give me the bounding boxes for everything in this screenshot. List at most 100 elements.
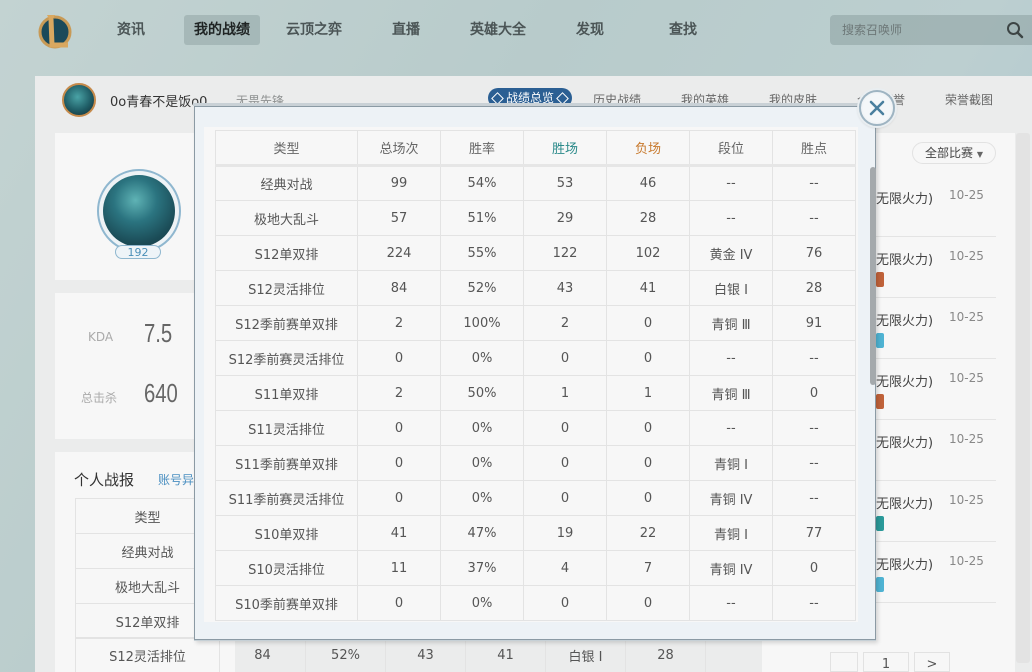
table-cell: 4 [523, 550, 607, 586]
table-cell: 37% [440, 550, 524, 586]
table-cell: 青铜 Ⅲ [689, 305, 773, 341]
table-row: S10灵活排位 11 37% 4 7 青铜 IV 0 [215, 550, 856, 586]
match-item[interactable]: 无限火力) 10-25 [876, 298, 996, 359]
table-cell: 经典对战 [215, 165, 358, 201]
table-cell: 52% [305, 637, 386, 672]
table-cell: S10单双排 [215, 515, 358, 551]
table-cell: 2 [357, 375, 441, 411]
table-cell: 0 [772, 550, 856, 586]
next-page-button[interactable]: > [914, 652, 950, 672]
search-icon[interactable] [1006, 21, 1024, 39]
match-item[interactable]: 无限火力) 10-25 [876, 420, 996, 481]
table-cell: 黄金 IV [689, 235, 773, 271]
table-cell: -- [772, 445, 856, 481]
table-cell: 46 [606, 165, 690, 201]
stats-modal: 类型 总场次 胜率 胜场 负场 段位 胜点 经典对战 99 54% 53 46 -- -- 极… [193, 103, 877, 640]
table-cell: 青铜 IV [689, 550, 773, 586]
table-cell: 青铜 Ⅰ [689, 445, 773, 481]
table-row: 经典对战 99 54% 53 46 -- -- [215, 165, 856, 201]
summoner-search-input[interactable] [830, 15, 990, 45]
table-cell: 0 [772, 375, 856, 411]
table-cell: 100% [440, 305, 524, 341]
table-cell: -- [689, 585, 773, 621]
prev-page-button[interactable] [830, 652, 858, 672]
table-cell: 43 [385, 637, 466, 672]
table-cell: 青铜 Ⅲ [689, 375, 773, 411]
table-cell: 41 [606, 270, 690, 306]
table-cell: -- [772, 200, 856, 236]
personal-report-title: 个人战报 [74, 471, 135, 489]
table-cell: 51% [440, 200, 524, 236]
match-mode: 无限火力) [876, 436, 934, 451]
table-cell: -- [689, 410, 773, 446]
table-row: S12单双排 224 55% 122 102 黄金 IV 76 [215, 235, 856, 271]
table-cell: 102 [606, 235, 690, 271]
nav-item-champions[interactable]: 英雄大全 [460, 15, 536, 45]
table-cell: 0% [440, 585, 524, 621]
match-tag-badge [876, 394, 884, 409]
match-list-scrollbar[interactable] [1016, 133, 1030, 663]
match-item[interactable]: 无限火力) 10-25 [876, 481, 996, 542]
table-cell: S11季前赛单双排 [215, 445, 358, 481]
table-cell: 0 [606, 445, 690, 481]
match-tag-badge [876, 333, 884, 348]
table-cell: 白银 Ⅰ [545, 637, 626, 672]
table-cell: 76 [772, 235, 856, 271]
table-cell: 28 [625, 637, 706, 672]
match-item[interactable]: 无限火力) 10-25 [876, 237, 996, 298]
match-item[interactable]: 无限火力) 10-25 [876, 176, 996, 237]
table-cell: 41 [357, 515, 441, 551]
match-date: 10-25 [949, 249, 984, 263]
close-button[interactable] [859, 90, 895, 126]
table-cell: 0% [440, 340, 524, 376]
table-row: S11季前赛灵活排位 0 0% 0 0 青铜 IV -- [215, 480, 856, 516]
table-cell: -- [689, 340, 773, 376]
match-item[interactable]: 无限火力) 10-25 [876, 359, 996, 420]
table-cell: 28 [772, 270, 856, 306]
table-cell: 0% [440, 480, 524, 516]
nav-item-tft[interactable]: 云顶之弈 [276, 15, 352, 45]
tab-honor-screenshots[interactable]: 荣誉截图 [945, 91, 993, 108]
nav-item-discover[interactable]: 发现 [566, 15, 614, 45]
table-cell: S11单双排 [215, 375, 358, 411]
page-number[interactable]: 1 [863, 652, 909, 672]
table-cell: 0 [357, 585, 441, 621]
nav-item-my-record[interactable]: 我的战绩 [184, 15, 260, 45]
table-row: S12季前赛单双排 2 100% 2 0 青铜 Ⅲ 91 [215, 305, 856, 341]
avatar[interactable] [62, 83, 96, 117]
modal-scrollbar[interactable] [870, 167, 876, 385]
match-mode: 无限火力) [876, 558, 934, 573]
account-link[interactable]: 账号异 [158, 471, 194, 488]
col-total: 总场次 [357, 130, 441, 167]
match-item[interactable]: 无限火力) 10-25 [876, 542, 996, 603]
table-cell: 0 [606, 340, 690, 376]
nav-item-news[interactable]: 资讯 [107, 15, 155, 45]
match-filter-dropdown[interactable]: 全部比赛 ▼ [912, 142, 996, 164]
table-cell: -- [772, 410, 856, 446]
table-cell: 0 [606, 480, 690, 516]
match-date: 10-25 [949, 310, 984, 324]
match-tag-badge [876, 516, 884, 531]
nav-item-search[interactable]: 查找 [659, 15, 707, 45]
table-cell: 1 [523, 375, 607, 411]
table-cell: -- [689, 200, 773, 236]
table-row: S11灵活排位 0 0% 0 0 -- -- [215, 410, 856, 446]
table-cell: S12单双排 [215, 235, 358, 271]
profile-avatar[interactable] [97, 169, 181, 253]
table-cell: 54% [440, 165, 524, 201]
match-date: 10-25 [949, 188, 984, 202]
table-cell: 77 [772, 515, 856, 551]
nav-item-live[interactable]: 直播 [382, 15, 430, 45]
kda-value: 7.5 [144, 318, 173, 348]
lol-logo[interactable] [36, 11, 72, 51]
match-mode: 无限火力) [876, 375, 934, 390]
chevron-down-icon: ▼ [976, 150, 983, 159]
table-row: S12季前赛灵活排位 0 0% 0 0 -- -- [215, 340, 856, 376]
table-cell: S10季前赛单双排 [215, 585, 358, 621]
table-cell: 0 [523, 585, 607, 621]
table-cell: 99 [357, 165, 441, 201]
table-cell: -- [689, 165, 773, 201]
table-cell: 91 [772, 305, 856, 341]
table-cell: 白银 Ⅰ [689, 270, 773, 306]
table-cell: S11季前赛灵活排位 [215, 480, 358, 516]
